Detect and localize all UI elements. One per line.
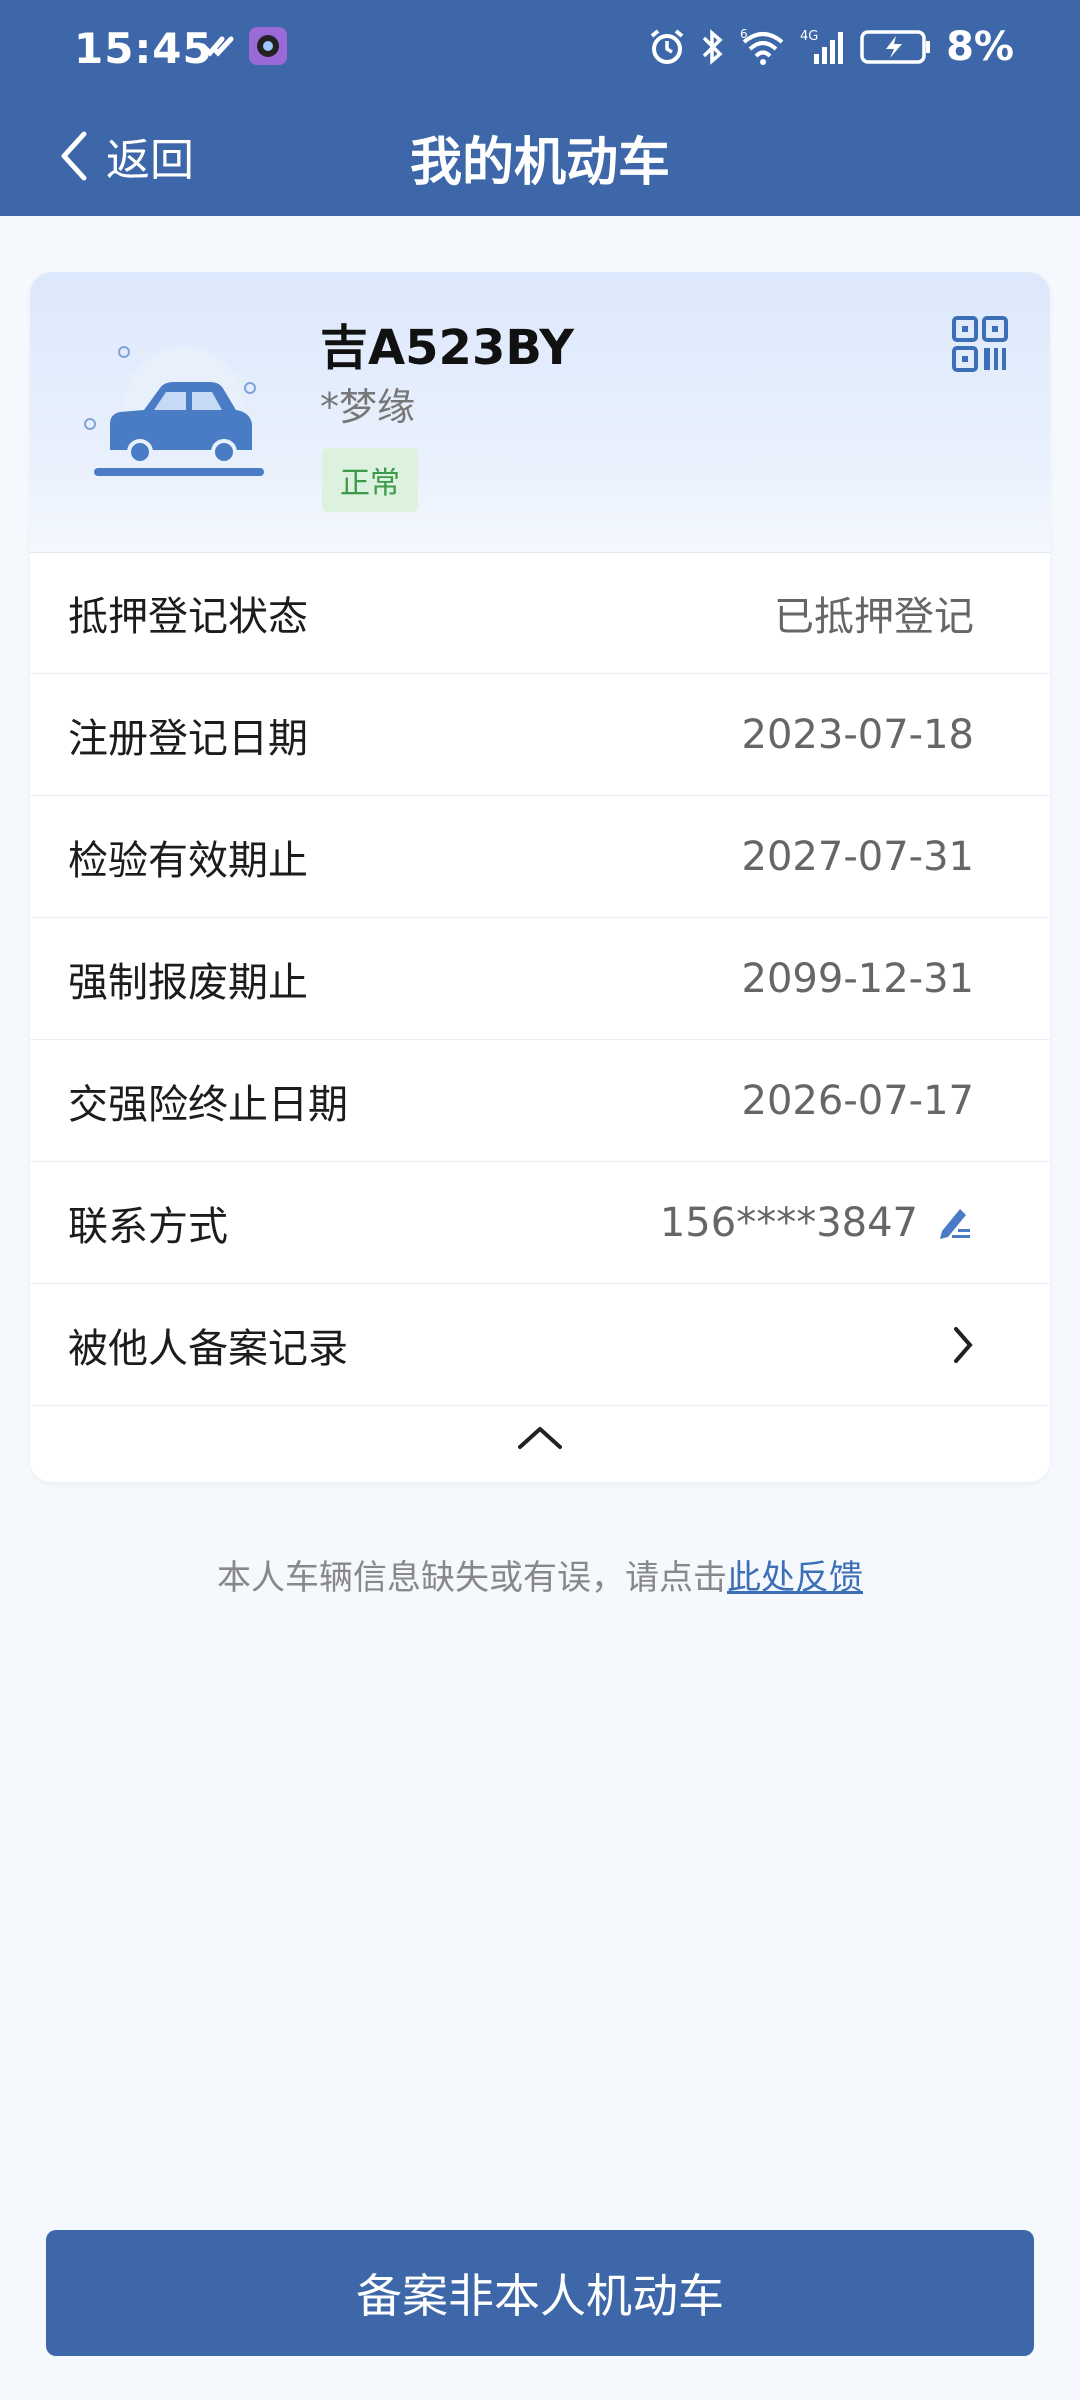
status-time: 15:45	[74, 24, 213, 73]
svg-text:6: 6	[740, 28, 748, 41]
phone-number: 156****3847	[659, 1199, 918, 1246]
alarm-icon	[650, 29, 684, 64]
chevron-up-icon	[518, 1427, 562, 1449]
camera-app-icon	[249, 27, 287, 65]
row-label: 注册登记日期	[68, 715, 308, 762]
row-contact: 联系方式 156****3847	[30, 1162, 1050, 1284]
row-value: 已抵押登记	[774, 593, 974, 640]
vehicle-card: 吉A523BY *梦缘 正常 抵押登记状态 已抵押登记 注册登记日期 2023-…	[30, 272, 1050, 1482]
row-scrap-deadline: 强制报废期止 2099-12-31	[30, 918, 1050, 1040]
vehicle-info-list: 抵押登记状态 已抵押登记 注册登记日期 2023-07-18 检验有效期止 20…	[30, 552, 1050, 1406]
chevron-right-icon	[954, 1326, 973, 1363]
row-label: 抵押登记状态	[68, 593, 308, 640]
page-title: 我的机动车	[409, 133, 670, 193]
edit-icon[interactable]	[934, 1203, 974, 1243]
row-label: 联系方式	[68, 1203, 228, 1250]
file-other-vehicle-button[interactable]: 备案非本人机动车	[46, 2230, 1034, 2356]
vehicle-summary: 吉A523BY *梦缘 正常	[30, 272, 1050, 553]
wifi-icon: 6	[740, 28, 784, 65]
row-others-filing-records[interactable]: 被他人备案记录	[30, 1284, 1050, 1406]
qr-code-icon[interactable]	[952, 316, 1008, 372]
row-registration-date: 注册登记日期 2023-07-18	[30, 674, 1050, 796]
feedback-link[interactable]: 此处反馈	[727, 1558, 863, 1598]
battery-charging-icon	[860, 30, 931, 64]
row-value: 2026-07-17	[741, 1077, 974, 1124]
signal-4g-icon: 4G	[800, 29, 844, 64]
status-bar: 15:45 6 4G 8%	[0, 0, 1080, 100]
car-icon	[84, 346, 264, 476]
nav-bar: 返回 我的机动车	[0, 100, 1080, 216]
battery-percent: 8%	[946, 24, 1014, 70]
owner-name: *梦缘	[320, 385, 416, 429]
feedback-text: 本人车辆信息缺失或有误，请点击	[217, 1558, 727, 1598]
license-plate: 吉A523BY	[320, 320, 575, 376]
feedback-hint: 本人车辆信息缺失或有误，请点击此处反馈	[0, 1550, 1080, 1599]
row-inspection-valid-until: 检验有效期止 2027-07-31	[30, 796, 1050, 918]
row-value: 2027-07-31	[741, 833, 974, 880]
check-double-icon	[200, 36, 234, 57]
row-label: 被他人备案记录	[68, 1325, 348, 1372]
bluetooth-icon	[702, 29, 723, 65]
row-value: 2099-12-31	[741, 955, 974, 1002]
status-badge: 正常	[322, 448, 418, 512]
row-label: 检验有效期止	[68, 837, 308, 884]
row-label: 强制报废期止	[68, 959, 308, 1006]
row-insurance-end-date: 交强险终止日期 2026-07-17	[30, 1040, 1050, 1162]
collapse-toggle[interactable]	[30, 1402, 1050, 1472]
row-value: 2023-07-18	[741, 711, 974, 758]
row-mortgage-status: 抵押登记状态 已抵押登记	[30, 552, 1050, 674]
top-bar: 15:45 6 4G 8% 返回 我的机动车	[0, 0, 1080, 216]
svg-text:4G: 4G	[800, 29, 818, 44]
row-label: 交强险终止日期	[68, 1081, 348, 1128]
